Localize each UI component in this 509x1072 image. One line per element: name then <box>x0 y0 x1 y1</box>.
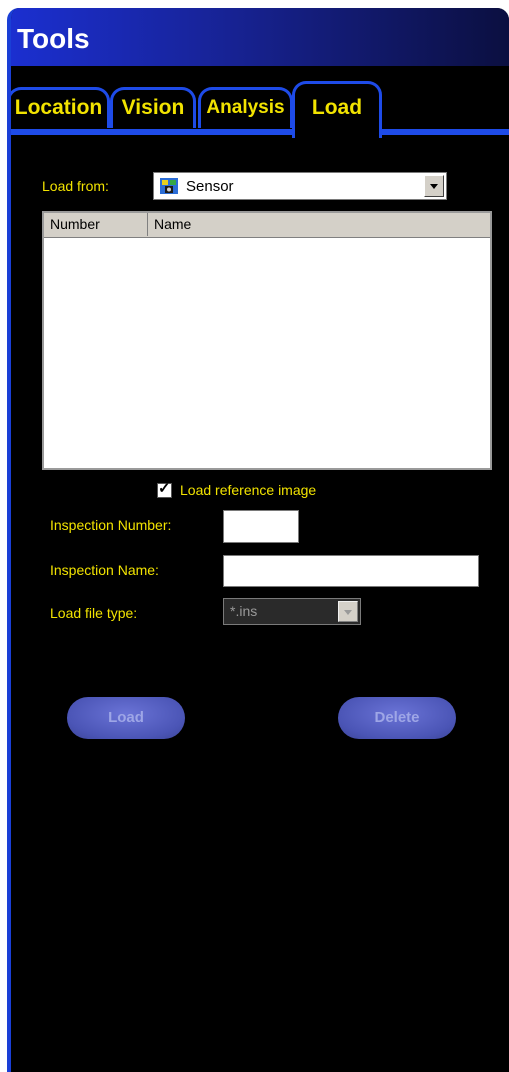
list-header: Number Name <box>44 213 490 238</box>
inspection-number-field[interactable] <box>223 510 299 543</box>
column-number[interactable]: Number <box>44 213 148 236</box>
tab-label: Analysis <box>206 97 285 118</box>
tab-load[interactable]: Load <box>292 81 382 138</box>
window-title: Tools <box>17 23 90 54</box>
tools-window: Tools Location Vision Analysis Load Load… <box>7 8 509 1072</box>
inspection-name-label: Inspection Name: <box>50 562 159 578</box>
load-file-type-select[interactable]: *.ins <box>223 598 361 625</box>
tab-vision[interactable]: Vision <box>110 87 196 128</box>
chevron-down-icon <box>338 601 358 622</box>
tab-underline <box>11 129 509 135</box>
load-reference-checkbox[interactable]: ✓ <box>157 480 172 498</box>
load-button-label: Load <box>108 709 144 726</box>
inspection-list[interactable]: Number Name <box>42 211 492 470</box>
delete-button-label: Delete <box>374 709 420 726</box>
sensor-icon <box>160 178 178 194</box>
tab-label: Load <box>311 96 363 119</box>
load-from-value: Sensor <box>186 178 234 195</box>
file-type-value: *.ins <box>230 603 258 619</box>
load-from-dropdown[interactable]: Sensor <box>153 172 447 200</box>
tab-analysis[interactable]: Analysis <box>198 87 293 128</box>
inspection-number-label: Inspection Number: <box>50 517 172 533</box>
chevron-down-icon[interactable] <box>424 175 444 197</box>
load-reference-label: Load reference image <box>180 482 317 498</box>
load-from-label: Load from: <box>42 178 109 194</box>
tab-label: Location <box>14 96 103 119</box>
load-file-type-label: Load file type: <box>50 605 138 621</box>
column-name[interactable]: Name <box>148 213 490 236</box>
tab-location[interactable]: Location <box>11 87 110 128</box>
title-bar: Tools <box>11 8 509 66</box>
load-button[interactable]: Load <box>67 697 185 739</box>
inspection-name-field[interactable] <box>223 555 479 587</box>
checkmark-icon: ✓ <box>158 480 171 497</box>
delete-button[interactable]: Delete <box>338 697 456 739</box>
tab-label: Vision <box>121 96 185 119</box>
